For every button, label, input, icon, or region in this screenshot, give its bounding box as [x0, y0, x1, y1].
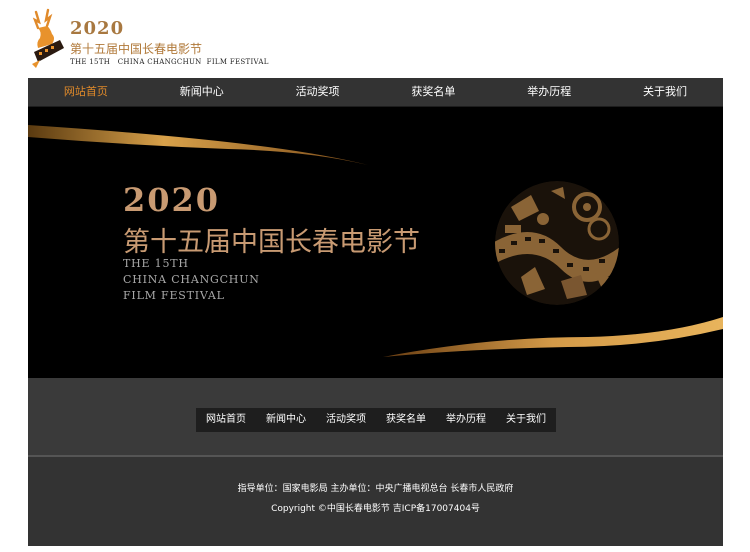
- footer-nav: 网站首页 新闻中心 活动奖项 获奖名单 举办历程 关于我们: [196, 408, 556, 432]
- footer-nav-about[interactable]: 关于我们: [496, 408, 556, 432]
- nav-item-news[interactable]: 新闻中心: [144, 78, 260, 106]
- hero-banner: 2020 第十五届中国长春电影节 THE 15TH CHINA CHANGCHU…: [28, 107, 723, 378]
- footer-nav-section: 网站首页 新闻中心 活动奖项 获奖名单 举办历程 关于我们: [28, 378, 723, 455]
- site-header: 2020 第十五届中国长春电影节 THE 15TH CHINA CHANGCHU…: [0, 0, 750, 78]
- logo-year: 2020: [70, 18, 125, 39]
- nav-item-home[interactable]: 网站首页: [28, 78, 144, 106]
- main-nav: 网站首页 新闻中心 活动奖项 获奖名单 举办历程 关于我们: [28, 78, 723, 107]
- nav-item-history[interactable]: 举办历程: [491, 78, 607, 106]
- footer-copyright: Copyright ©中国长春电影节 吉ICP备17007404号: [271, 504, 480, 514]
- film-collage-icon: [495, 181, 619, 305]
- footer-nav-winners[interactable]: 获奖名单: [376, 408, 436, 432]
- footer-nav-home[interactable]: 网站首页: [196, 408, 256, 432]
- footer-nav-history[interactable]: 举办历程: [436, 408, 496, 432]
- banner-en-line-2: CHINA CHANGCHUN: [123, 273, 260, 286]
- nav-item-winners[interactable]: 获奖名单: [375, 78, 491, 106]
- banner-year: 2020: [123, 181, 221, 219]
- banner-title-cn: 第十五届中国长春电影节: [123, 227, 420, 258]
- footer-nav-news[interactable]: 新闻中心: [256, 408, 316, 432]
- footer-info: 指导单位：国家电影局 主办单位：中央广播电视总台 长春市人民政府 Copyrig…: [28, 457, 723, 546]
- logo-title-cn: 第十五届中国长春电影节: [70, 42, 203, 56]
- nav-item-about[interactable]: 关于我们: [607, 78, 723, 106]
- banner-en-line-3: FILM FESTIVAL: [123, 289, 225, 302]
- logo-title-en: THE 15TH CHINA CHANGCHUN FILM FESTIVAL: [70, 58, 269, 66]
- footer-nav-awards[interactable]: 活动奖项: [316, 408, 376, 432]
- footer-guide-line: 指导单位：国家电影局 主办单位：中央广播电视总台 长春市人民政府: [237, 484, 514, 494]
- deer-logo-icon[interactable]: [26, 8, 68, 70]
- nav-item-awards[interactable]: 活动奖项: [260, 78, 376, 106]
- banner-en-line-1: THE 15TH: [123, 257, 189, 270]
